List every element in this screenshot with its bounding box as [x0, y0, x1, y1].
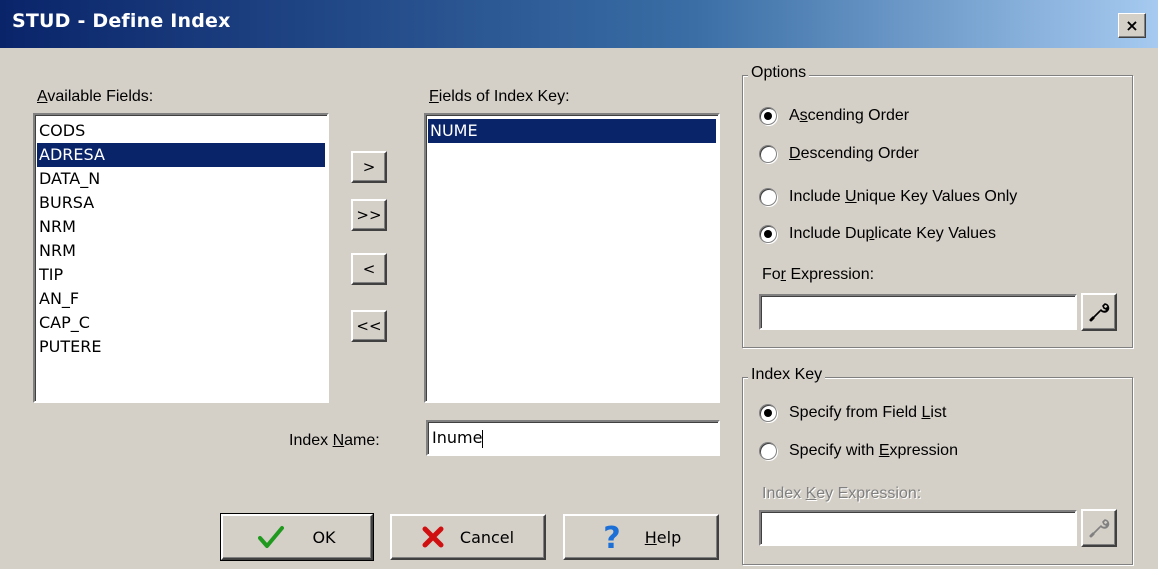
radio-indicator: [759, 404, 777, 422]
descending-order-radio[interactable]: Descending Order: [759, 140, 919, 168]
wrench-icon: [1089, 303, 1110, 322]
close-icon: ×: [1125, 15, 1139, 35]
svg-text:?: ?: [603, 522, 620, 552]
index-name-label: Index Name:: [289, 432, 380, 449]
add-all-fields-button[interactable]: >>: [351, 199, 387, 231]
wrench-icon: [1089, 519, 1110, 538]
close-button[interactable]: ×: [1118, 13, 1146, 38]
add-field-button[interactable]: >: [351, 151, 387, 183]
index-key-expression-builder-button[interactable]: [1081, 509, 1117, 547]
cancel-button[interactable]: Cancel: [390, 514, 546, 560]
unique-key-values-radio[interactable]: Include Unique Key Values Only: [759, 183, 1017, 211]
question-mark-icon: ?: [603, 522, 620, 552]
available-fields-list[interactable]: CODS ADRESA DATA_N BURSA NRM NRM TIP AN_F CAP_C P…: [33, 113, 329, 403]
index-key-fields-list[interactable]: NUME: [424, 113, 720, 403]
ok-button[interactable]: OK: [220, 513, 374, 561]
ascending-order-radio[interactable]: Ascending Order: [759, 102, 909, 130]
for-expression-builder-button[interactable]: [1081, 293, 1117, 331]
radio-indicator: [759, 442, 777, 460]
index-key-fields-label: Fields of Index Key:: [429, 88, 570, 105]
index-name-input[interactable]: Inume: [426, 420, 720, 456]
radio-indicator: [759, 188, 777, 206]
available-field-item[interactable]: CAP_C: [37, 311, 325, 335]
available-field-item[interactable]: BURSA: [37, 191, 325, 215]
remove-all-fields-button[interactable]: <<: [351, 310, 387, 342]
radio-indicator: [759, 225, 777, 243]
x-icon: [422, 526, 444, 548]
available-field-item[interactable]: DATA_N: [37, 167, 325, 191]
index-key-expression-input[interactable]: [759, 510, 1077, 546]
options-group-title: Options: [748, 64, 810, 82]
window-title: STUD - Define Index: [12, 10, 231, 32]
for-expression-input[interactable]: [759, 294, 1077, 330]
index-key-field-item[interactable]: NUME: [428, 119, 716, 143]
specify-with-expression-radio[interactable]: Specify with Expression: [759, 437, 958, 465]
available-field-item[interactable]: NRM: [37, 215, 325, 239]
available-field-item[interactable]: NRM: [37, 239, 325, 263]
available-field-item[interactable]: CODS: [37, 119, 325, 143]
help-button[interactable]: ? Help: [563, 514, 719, 560]
radio-indicator: [759, 145, 777, 163]
for-expression-label: For Expression:: [762, 266, 875, 283]
remove-field-button[interactable]: <: [351, 253, 387, 285]
index-key-group-title: Index Key: [748, 366, 826, 384]
available-field-item[interactable]: PUTERE: [37, 335, 325, 359]
index-key-expression-label: Index Key Expression:: [762, 485, 922, 502]
duplicate-key-values-radio[interactable]: Include Duplicate Key Values: [759, 220, 996, 248]
available-field-item[interactable]: ADRESA: [37, 143, 325, 167]
radio-indicator: [759, 107, 777, 125]
available-field-item[interactable]: TIP: [37, 263, 325, 287]
available-fields-label: Available Fields:: [37, 88, 154, 105]
specify-from-field-list-radio[interactable]: Specify from Field List: [759, 399, 946, 427]
checkmark-icon: [258, 526, 285, 548]
available-field-item[interactable]: AN_F: [37, 287, 325, 311]
